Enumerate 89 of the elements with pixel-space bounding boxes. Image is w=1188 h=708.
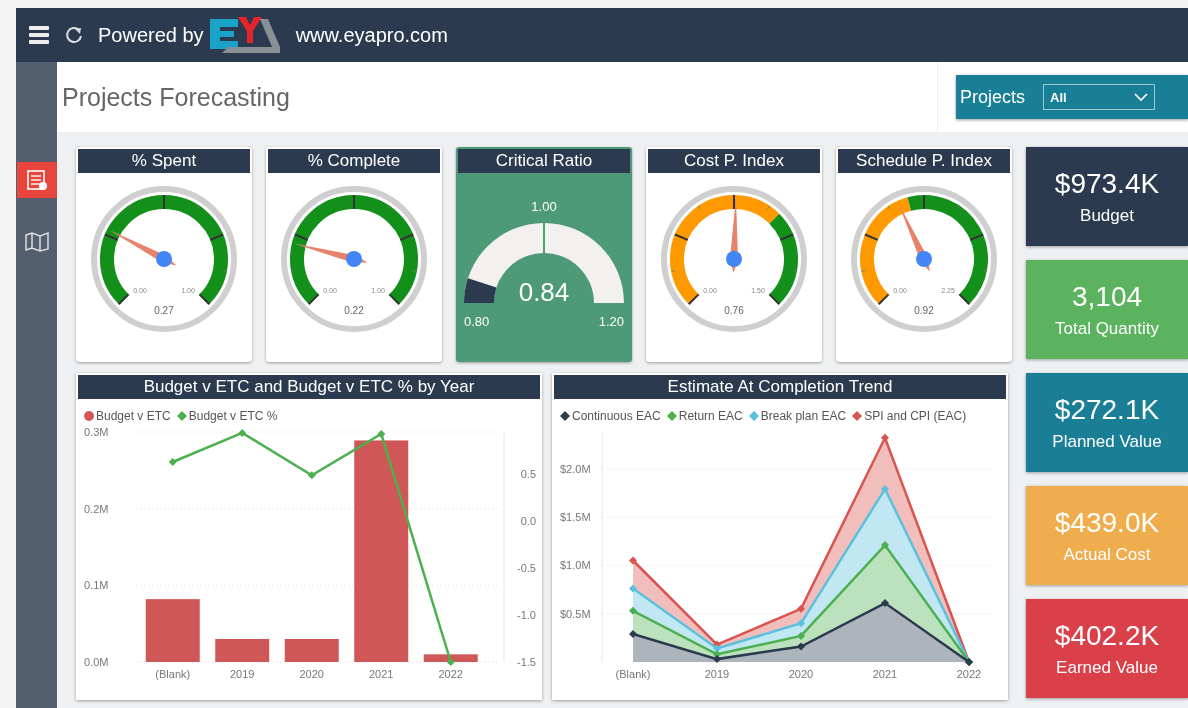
point <box>377 429 386 438</box>
gauge-value: 0.84 <box>518 277 570 307</box>
bar <box>284 639 339 662</box>
kpi-label: Total Quantity <box>1055 318 1159 339</box>
axis-label: (Blank) <box>155 668 191 680</box>
legend-label: Break plan EAC <box>760 408 847 423</box>
point <box>629 606 637 615</box>
gauge-value: 0.92 <box>914 305 934 316</box>
chart-title: Budget v ETC and Budget v ETC % by Year <box>78 375 540 399</box>
gauge-value: 0.27 <box>154 305 174 316</box>
gauge-min-label: 0.80 <box>464 314 490 329</box>
gauge-needle <box>109 230 177 267</box>
point <box>797 642 805 651</box>
axis-label: 2021 <box>369 668 394 680</box>
gauge-title: Critical Ratio <box>458 149 630 173</box>
axis-label: 2022 <box>956 668 982 680</box>
axis-label: 0.0 <box>520 515 536 528</box>
point <box>881 485 889 494</box>
kpi-label: Budget <box>1080 205 1134 226</box>
axis-label: 0.0M <box>84 656 109 668</box>
legend-label: SPI and CPI (EAC) <box>864 408 967 423</box>
menu-icon[interactable] <box>28 25 50 45</box>
legend-label: Budget v ETC % <box>188 408 278 423</box>
website-link[interactable]: www.eyapro.com <box>295 23 448 47</box>
gauge-value: 0.22 <box>344 305 364 316</box>
kpi-label: Earned Value <box>1056 657 1158 678</box>
point <box>881 599 889 608</box>
axis-label: $1.0M <box>560 559 591 572</box>
bar <box>145 599 200 662</box>
refresh-icon[interactable] <box>64 25 84 45</box>
kpi-value: $439.0K <box>1054 506 1160 539</box>
filter-label: Projects <box>960 86 1026 108</box>
axis-label: -1.0 <box>517 609 536 622</box>
axis-label: (Blank) <box>615 668 651 680</box>
report-icon <box>25 169 48 191</box>
kpi-label: Actual Cost <box>1063 544 1151 565</box>
legend-label: Budget v ETC <box>96 408 171 423</box>
axis-label: 0.3M <box>84 426 109 438</box>
gauge-needle <box>898 202 932 272</box>
point <box>446 658 455 666</box>
axis-label: 2019 <box>704 668 730 680</box>
bar <box>423 654 478 662</box>
axis-label: 2020 <box>788 668 814 680</box>
kpi-value: $973.4K <box>1054 167 1160 200</box>
point <box>797 619 805 628</box>
chart-title: Estimate At Completion Trend <box>554 375 1006 399</box>
point <box>629 584 637 593</box>
axis-label: 2021 <box>872 668 898 680</box>
point <box>797 631 805 640</box>
kpi-label: Planned Value <box>1052 431 1162 452</box>
chevron-down-icon <box>1134 92 1149 102</box>
point <box>881 541 889 550</box>
axis-label: -1.5 <box>517 656 536 668</box>
axis-label: 0.2M <box>84 502 109 515</box>
page-title: Projects Forecasting <box>61 82 290 112</box>
axis-label: $1.5M <box>560 511 591 524</box>
gauge-title: Cost P. Index <box>648 149 820 173</box>
axis-label: 2022 <box>438 668 463 680</box>
point <box>713 655 721 664</box>
point <box>797 604 805 613</box>
point <box>629 556 637 565</box>
legend-label: Continuous EAC <box>572 408 661 423</box>
axis-label: 2020 <box>299 668 324 680</box>
axis-label: $0.5M <box>560 607 591 620</box>
axis-label: 0.5 <box>520 468 536 481</box>
gauge-value: 0.76 <box>724 305 744 316</box>
gauge-max-label: 1.20 <box>598 314 624 329</box>
target-label: 1.00 <box>531 199 557 214</box>
gauge-title: Schedule P. Index <box>838 149 1010 173</box>
kpi-value: $272.1K <box>1054 393 1160 426</box>
sidebar-button[interactable] <box>16 162 57 198</box>
point <box>238 428 247 437</box>
axis-label: -0.5 <box>517 562 536 575</box>
axis-label: 0.1M <box>84 579 109 592</box>
axis-label: 2019 <box>230 668 255 680</box>
point <box>881 433 889 442</box>
gauge-title: % Spent <box>78 149 250 173</box>
bar <box>215 639 270 662</box>
axis-label: $2.0M <box>560 462 591 475</box>
point <box>307 471 316 480</box>
point <box>713 644 721 653</box>
gauge-title: % Complete <box>268 149 440 173</box>
point <box>629 629 637 638</box>
kpi-value: $402.2K <box>1054 619 1160 652</box>
point <box>168 458 177 467</box>
kpi-value: 3,104 <box>1071 280 1143 313</box>
legend-label: Return EAC <box>678 408 743 423</box>
powered-by-text: Powered by <box>98 23 204 47</box>
projects-dropdown[interactable]: All <box>1043 84 1156 110</box>
